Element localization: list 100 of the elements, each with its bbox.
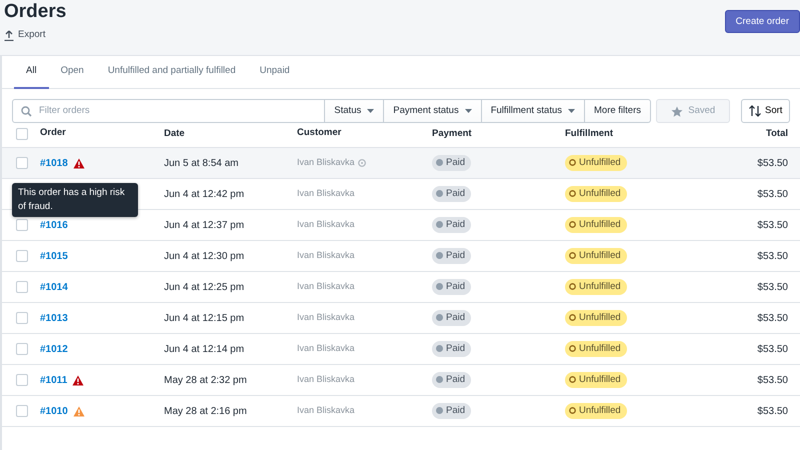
status-dot-icon — [436, 345, 443, 352]
ring-icon — [569, 159, 576, 166]
table-row[interactable]: #1013 Jun 4 at 12:15 pm Ivan Bliskavka Paid Unfulfilled $53.50 — [2, 303, 800, 334]
payment-status: Paid — [432, 186, 472, 202]
fulfillment-status: Unfulfilled — [565, 154, 627, 171]
fulfillment-status: Unfulfilled — [565, 402, 627, 419]
tab[interactable]: Unfulfilled and partially fulfilled — [96, 56, 248, 89]
customer-name: Ivan Bliskavka — [297, 311, 355, 324]
order-total: $53.50 — [757, 250, 788, 262]
table-row[interactable]: #1014 Jun 4 at 12:25 pm Ivan Bliskavka Paid Unfulfilled $53.50 — [2, 272, 800, 303]
customer-name: Ivan Bliskavka — [297, 187, 355, 200]
order-total: $53.50 — [757, 406, 788, 416]
sort-icon — [749, 105, 761, 117]
order-total: $53.50 — [757, 158, 788, 168]
payment-status: Paid — [432, 340, 472, 357]
payment-status: Paid — [432, 216, 472, 233]
order-date: Jun 4 at 12:30 pm — [164, 250, 244, 262]
order-link[interactable]: #1012 — [40, 342, 68, 356]
row-checkbox[interactable] — [16, 281, 28, 293]
payment-status: Paid — [432, 154, 472, 171]
column-header: Payment — [432, 128, 472, 139]
order-link[interactable]: #1014 — [40, 280, 68, 294]
order-link[interactable]: #1015 — [40, 248, 68, 264]
column-header: Total — [766, 128, 788, 139]
payment-status: Paid — [432, 278, 472, 295]
order-link[interactable]: #1018 — [40, 156, 68, 170]
filter-dropdown[interactable]: Fulfillment status — [482, 99, 585, 123]
status-dot-icon — [436, 159, 443, 166]
customer-name: Ivan Bliskavka — [297, 218, 355, 232]
order-link[interactable]: #1010 — [40, 404, 68, 418]
fulfillment-status: Unfulfilled — [565, 340, 627, 357]
ring-icon — [569, 407, 576, 414]
order-link[interactable]: #1016 — [40, 218, 68, 232]
tab[interactable]: Unpaid — [248, 56, 302, 89]
row-checkbox[interactable] — [16, 405, 28, 417]
status-dot-icon — [436, 407, 443, 414]
tab[interactable]: All — [14, 56, 49, 89]
tab[interactable]: Open — [48, 56, 96, 89]
row-checkbox[interactable] — [16, 374, 28, 386]
status-dot-icon — [436, 221, 443, 228]
column-header: Customer — [297, 126, 342, 140]
table-row[interactable]: #1015 Jun 4 at 12:30 pm Ivan Bliskavka Paid Unfulfilled $53.50 — [2, 241, 800, 272]
star-icon — [671, 106, 684, 116]
fulfillment-status: Unfulfilled — [565, 310, 627, 326]
fulfillment-status: Unfulfilled — [565, 248, 627, 264]
customer-name: Ivan Bliskavka — [297, 249, 355, 262]
payment-status: Paid — [432, 402, 472, 419]
column-header: Order — [40, 126, 66, 140]
row-checkbox[interactable] — [16, 312, 28, 324]
order-date: Jun 4 at 12:15 pm — [164, 312, 244, 324]
order-date: Jun 5 at 8:54 am — [164, 158, 238, 168]
customer-name: Ivan Bliskavka — [297, 280, 355, 294]
order-link[interactable]: #1011 — [40, 372, 68, 388]
order-date: Jun 4 at 12:42 pm — [164, 188, 244, 200]
order-date: Jun 4 at 12:25 pm — [164, 282, 244, 292]
customer-name: Ivan Bliskavka — [297, 342, 355, 356]
caret-icon — [367, 109, 374, 113]
more-filters-button[interactable]: More filters — [585, 99, 651, 123]
filter-dropdown[interactable]: Payment status — [384, 99, 482, 123]
table-row[interactable]: #1010 May 28 at 2:16 pm Ivan Bliskavka Paid Unfulfilled $53.50 — [2, 396, 800, 427]
ring-icon — [569, 376, 576, 384]
table-row[interactable]: #1018 Jun 5 at 8:54 am Ivan Bliskavka Paid Unfulfilled $53.50 — [2, 148, 800, 179]
fulfillment-status: Unfulfilled — [565, 372, 627, 388]
select-all-checkbox[interactable] — [16, 128, 28, 140]
filter-dropdown[interactable]: Status — [325, 99, 384, 123]
ring-icon — [569, 221, 576, 228]
status-dot-icon — [436, 190, 443, 198]
order-total: $53.50 — [757, 188, 788, 200]
row-checkbox[interactable] — [16, 250, 28, 262]
customer-name: Ivan Bliskavka — [297, 373, 355, 386]
ring-icon — [569, 314, 576, 322]
ring-icon — [569, 345, 576, 352]
table-row[interactable]: #1011 May 28 at 2:32 pm Ivan Bliskavka Paid Unfulfilled $53.50 — [2, 365, 800, 396]
payment-status: Paid — [432, 372, 472, 388]
order-link[interactable]: #1013 — [40, 310, 68, 326]
fulfillment-status: Unfulfilled — [565, 186, 627, 202]
order-total: $53.50 — [757, 312, 788, 324]
ring-icon — [569, 190, 576, 198]
caret-icon — [568, 109, 575, 113]
order-date: Jun 4 at 12:37 pm — [164, 220, 244, 230]
column-header: Date — [164, 128, 185, 139]
page-title: Orders — [4, 0, 66, 21]
fulfillment-status: Unfulfilled — [565, 278, 627, 295]
row-checkbox[interactable] — [16, 343, 28, 355]
payment-status: Paid — [432, 310, 472, 326]
status-dot-icon — [436, 252, 443, 260]
order-total: $53.50 — [757, 220, 788, 230]
search-field[interactable]: Filter orders — [12, 99, 326, 123]
order-total: $53.50 — [757, 282, 788, 292]
create-order-button[interactable]: Create order — [724, 10, 800, 33]
row-checkbox[interactable] — [16, 219, 28, 231]
row-checkbox[interactable] — [16, 157, 28, 169]
order-total: $53.50 — [757, 374, 788, 386]
tooltip: This order has a high risk of fraud. — [12, 183, 138, 217]
export-button[interactable]: Export — [4, 28, 46, 42]
status-dot-icon — [436, 314, 443, 322]
order-date: May 28 at 2:16 pm — [164, 406, 247, 416]
order-date: May 28 at 2:32 pm — [164, 374, 247, 386]
table-row[interactable]: #1012 Jun 4 at 12:14 pm Ivan Bliskavka Paid Unfulfilled $53.50 — [2, 334, 800, 365]
sort-button[interactable]: Sort — [741, 99, 790, 123]
